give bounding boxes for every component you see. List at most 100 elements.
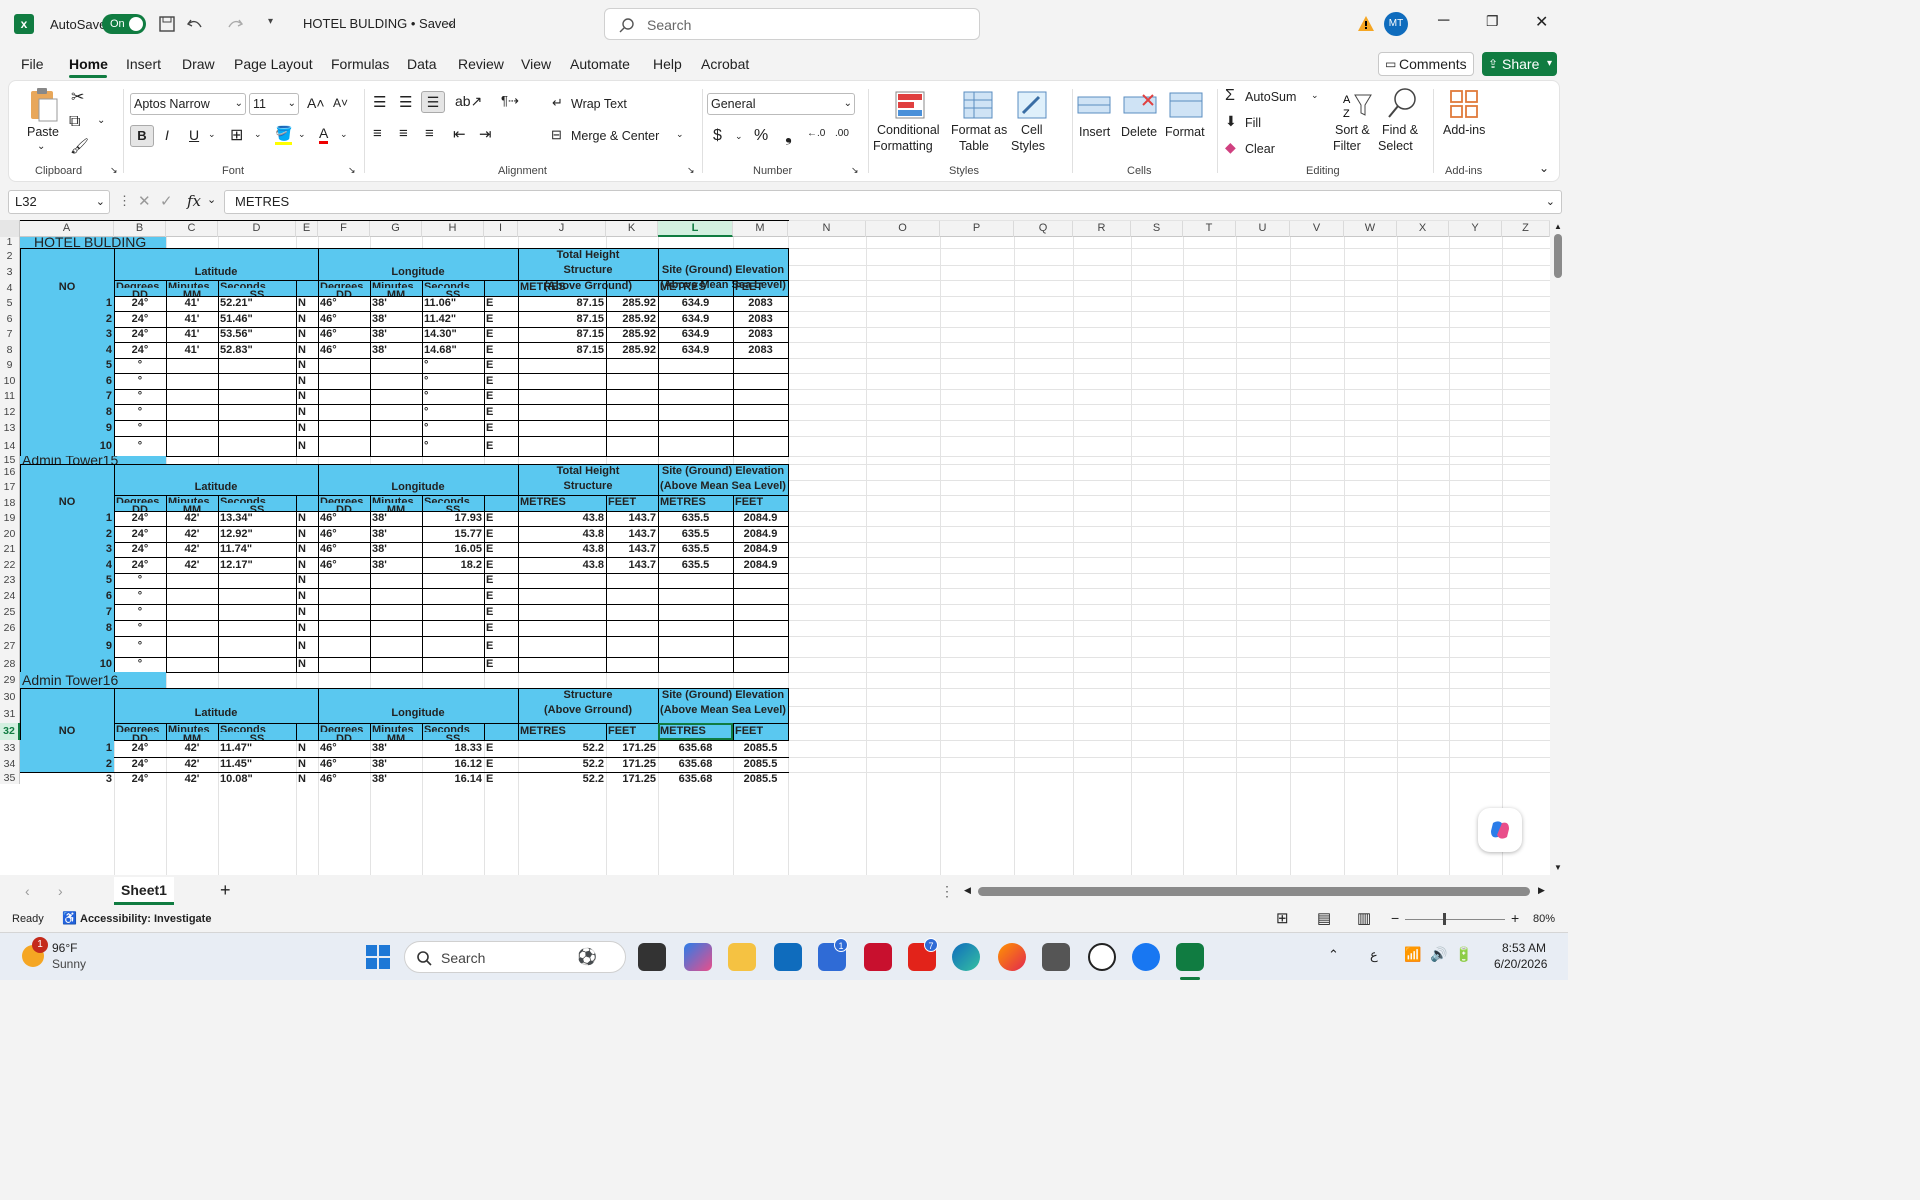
latitude-header[interactable]: Latitude: [114, 706, 318, 723]
table-cell[interactable]: [318, 573, 370, 588]
table-cell[interactable]: [518, 420, 606, 436]
chevron-down-icon[interactable]: ⌄: [97, 115, 105, 126]
row-header-2[interactable]: 2: [0, 248, 20, 265]
row-header-35[interactable]: 35: [0, 772, 20, 784]
table-cell[interactable]: 12.92": [218, 526, 296, 542]
table-cell[interactable]: N: [296, 757, 318, 772]
row-header-22[interactable]: 22: [0, 557, 20, 573]
mm-header[interactable]: MM: [166, 288, 218, 296]
table-cell[interactable]: [658, 620, 733, 636]
longitude-header[interactable]: Longitude: [318, 480, 518, 495]
structure-header[interactable]: Structure: [518, 479, 658, 495]
column-header-p[interactable]: P: [940, 220, 1014, 237]
table-cell[interactable]: [658, 657, 733, 672]
table-cell[interactable]: N: [296, 526, 318, 542]
table-cell[interactable]: 24°: [114, 740, 166, 757]
italic-icon[interactable]: I: [165, 127, 169, 143]
row-header-10[interactable]: 10: [0, 373, 20, 389]
taskbar-search[interactable]: Search ⚽: [404, 941, 626, 973]
table-title[interactable]: Admin Tower16: [20, 672, 166, 688]
table-cell[interactable]: [318, 373, 370, 389]
fill-button[interactable]: Fill: [1245, 116, 1261, 130]
table-cell[interactable]: 2085.5: [733, 740, 788, 757]
table-cell[interactable]: 38': [370, 557, 422, 573]
scroll-down-icon[interactable]: ▼: [1554, 863, 1562, 872]
table-cell[interactable]: 38': [370, 342, 422, 358]
table-cell[interactable]: [370, 389, 422, 404]
align-left-icon[interactable]: ≡: [373, 125, 382, 142]
tab-page-layout[interactable]: Page Layout: [234, 56, 313, 72]
table-cell[interactable]: [218, 420, 296, 436]
table-cell[interactable]: 2: [20, 526, 114, 542]
chevron-down-icon[interactable]: ⌄: [1311, 90, 1319, 101]
column-header-c[interactable]: C: [166, 220, 218, 237]
tab-data[interactable]: Data: [407, 56, 437, 72]
feet-header[interactable]: FEET: [606, 495, 658, 511]
column-header-d[interactable]: D: [218, 220, 296, 237]
table-cell[interactable]: [733, 636, 788, 657]
table-cell[interactable]: [518, 373, 606, 389]
table-cell[interactable]: E: [484, 404, 518, 420]
table-cell[interactable]: °: [422, 358, 484, 373]
table-cell[interactable]: [606, 573, 658, 588]
row-header-17[interactable]: 17: [0, 480, 20, 495]
table-cell[interactable]: °: [422, 373, 484, 389]
column-header-w[interactable]: W: [1344, 220, 1397, 237]
format-painter-icon[interactable]: 🖌: [70, 137, 89, 155]
table-cell[interactable]: N: [296, 573, 318, 588]
autosum-icon[interactable]: Σ: [1225, 87, 1235, 105]
table-cell[interactable]: 46°: [318, 342, 370, 358]
table-cell[interactable]: 38': [370, 311, 422, 327]
redo-icon[interactable]: [226, 15, 244, 33]
table-cell[interactable]: 2084.9: [733, 526, 788, 542]
minimize-icon[interactable]: ─: [1438, 12, 1449, 30]
table-cell[interactable]: [218, 404, 296, 420]
copy-icon[interactable]: ⧉: [69, 113, 80, 131]
scroll-left-icon[interactable]: ◀: [964, 885, 971, 896]
mm-header[interactable]: MM: [370, 732, 422, 741]
align-center-icon[interactable]: ≡: [399, 125, 408, 142]
table-cell[interactable]: [658, 436, 733, 456]
normal-view-icon[interactable]: ⊞: [1276, 909, 1289, 927]
table-cell[interactable]: N: [296, 311, 318, 327]
tab-view[interactable]: View: [521, 56, 551, 72]
row-header-7[interactable]: 7: [0, 327, 20, 342]
table-cell[interactable]: 635.5: [658, 511, 733, 526]
table-cell[interactable]: E: [484, 772, 518, 787]
zoom-level[interactable]: 80%: [1533, 913, 1555, 925]
clear-button[interactable]: Clear: [1245, 142, 1275, 156]
table-cell[interactable]: °: [114, 389, 166, 404]
table-cell[interactable]: 143.7: [606, 526, 658, 542]
table-cell[interactable]: 171.25: [606, 772, 658, 787]
table-cell[interactable]: 1: [20, 296, 114, 311]
table-cell[interactable]: 38': [370, 296, 422, 311]
tab-acrobat[interactable]: Acrobat: [701, 56, 749, 72]
table-cell[interactable]: [318, 636, 370, 657]
number-format-select[interactable]: General ⌄: [707, 93, 855, 115]
page-layout-view-icon[interactable]: ▤: [1317, 909, 1331, 927]
row-header-23[interactable]: 23: [0, 573, 20, 588]
degrees-header[interactable]: Degrees: [318, 280, 370, 288]
align-bottom-button[interactable]: ☰: [421, 91, 445, 113]
table-cell[interactable]: [370, 373, 422, 389]
merge-center-icon[interactable]: ⊟: [551, 127, 562, 143]
column-header-q[interactable]: Q: [1014, 220, 1073, 237]
table-cell[interactable]: 42': [166, 757, 218, 772]
table-cell[interactable]: [318, 420, 370, 436]
table-cell[interactable]: 16.12: [422, 757, 484, 772]
fill-color-icon[interactable]: 🪣: [275, 125, 293, 145]
table-cell[interactable]: 3: [20, 542, 114, 557]
table-cell[interactable]: 38': [370, 511, 422, 526]
table-cell[interactable]: 634.9: [658, 311, 733, 327]
degrees-header[interactable]: Degrees: [114, 723, 166, 732]
table-cell[interactable]: E: [484, 373, 518, 389]
language-icon[interactable]: ع: [1370, 947, 1378, 963]
table-cell[interactable]: [166, 636, 218, 657]
minutes-header[interactable]: Minutes: [166, 723, 218, 732]
table-cell[interactable]: 52.2: [518, 772, 606, 787]
align-top-icon[interactable]: ☰: [373, 93, 386, 111]
table-cell[interactable]: 18.2: [422, 557, 484, 573]
share-button[interactable]: ⇪ Share ▾: [1482, 52, 1557, 76]
table-cell[interactable]: °: [422, 436, 484, 456]
column-header-x[interactable]: X: [1397, 220, 1449, 237]
